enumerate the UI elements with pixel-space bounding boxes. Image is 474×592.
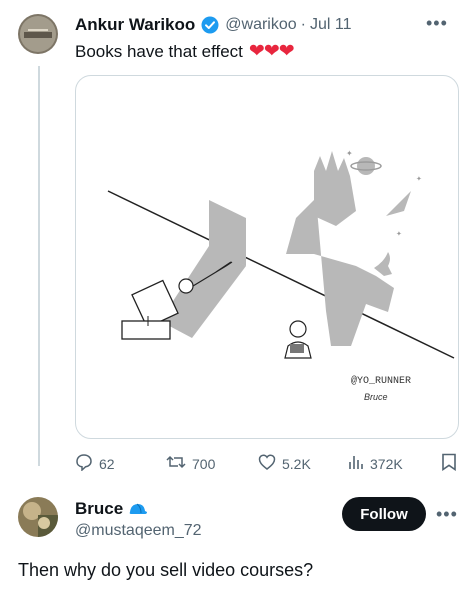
reply-more-icon[interactable]: ••• — [436, 504, 458, 525]
repost-count: 700 — [192, 455, 216, 472]
svg-text:✦: ✦ — [416, 175, 422, 183]
svg-text:✦: ✦ — [346, 149, 353, 158]
repost-action[interactable]: 700 — [166, 453, 215, 474]
views-count: 372K — [370, 455, 403, 472]
heart-icon — [258, 453, 276, 474]
thread-line — [38, 66, 40, 466]
reply-header: Bruce — [75, 499, 148, 519]
author-handle[interactable]: @warikoo — [225, 16, 296, 34]
verified-badge-icon — [201, 16, 219, 34]
like-action[interactable]: 5.2K — [258, 453, 311, 474]
tweet-date[interactable]: Jul 11 — [310, 16, 352, 34]
svg-text:✦: ✦ — [396, 230, 402, 238]
views-chart-icon — [348, 453, 364, 474]
author-name[interactable]: Ankur Warikoo — [75, 15, 195, 35]
author-avatar[interactable] — [18, 14, 58, 54]
artist-signature-sub: Bruce — [364, 392, 388, 402]
bookmark-icon[interactable] — [441, 453, 457, 476]
like-count: 5.2K — [282, 455, 311, 472]
heart-emojis: ❤❤❤ — [248, 41, 295, 62]
reply-action[interactable]: 62 — [75, 453, 115, 474]
reply-count: 62 — [99, 455, 115, 472]
artist-signature: @YO_RUNNER — [351, 376, 412, 387]
repost-icon — [166, 453, 186, 474]
tweet-header: Ankur Warikoo @warikoo · Jul 11 — [75, 15, 352, 35]
tweet-image[interactable]: ✦ ✦ ✦ @YO_RUNNER Bruce — [75, 75, 459, 439]
cap-icon — [128, 501, 148, 517]
reply-avatar[interactable] — [18, 497, 58, 537]
tweet-text-row: Books have that effect ❤❤❤ — [75, 40, 295, 63]
header-separator: · — [300, 16, 306, 33]
reply-icon — [75, 453, 93, 474]
reply-author-name[interactable]: Bruce — [75, 499, 123, 519]
tweet-text: Books have that effect — [75, 41, 243, 61]
views-action[interactable]: 372K — [348, 453, 403, 474]
follow-button[interactable]: Follow — [342, 497, 426, 531]
reply-handle[interactable]: @mustaqeem_72 — [75, 522, 202, 540]
more-icon[interactable]: ••• — [426, 13, 448, 34]
reply-text: Then why do you sell video courses? — [18, 560, 314, 580]
